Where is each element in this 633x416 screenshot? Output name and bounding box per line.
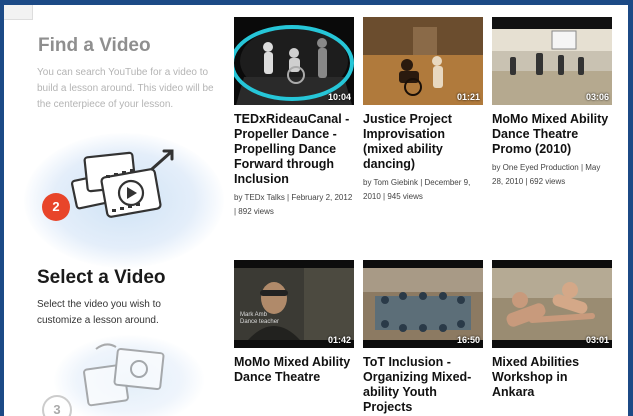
- video-duration: 01:21: [456, 92, 480, 102]
- video-card[interactable]: 10:04 TEDxRideauCanal - Propeller Dance …: [234, 17, 354, 219]
- video-duration: 16:50: [456, 335, 480, 345]
- step-description-select-video: Select the video you wish to customize a…: [37, 299, 161, 326]
- video-thumbnail[interactable]: 03:01: [492, 260, 612, 348]
- video-card[interactable]: Mark Amb Dance teacher 01:42 MoMo Mixed …: [234, 260, 354, 385]
- video-title[interactable]: ToT Inclusion -Organizing Mixed-ability …: [363, 355, 483, 415]
- video-card[interactable]: 03:06 MoMo Mixed Ability Dance Theatre P…: [492, 17, 612, 189]
- video-title[interactable]: MoMo Mixed Ability Dance Theatre: [234, 355, 354, 385]
- video-duration: 03:06: [585, 92, 609, 102]
- video-meta: by Tom Giebink | December 9, 2010 | 945 …: [363, 178, 471, 201]
- video-meta: by One Eyed Production | May 28, 2010 | …: [492, 163, 601, 186]
- video-card[interactable]: 16:50 ToT Inclusion -Organizing Mixed-ab…: [363, 260, 483, 415]
- corner-tab: [4, 5, 33, 20]
- video-thumbnail[interactable]: 01:21: [363, 17, 483, 105]
- lesson-builder-panel: Find a Video You can search YouTube for …: [4, 5, 628, 416]
- video-thumbnail[interactable]: 10:04: [234, 17, 354, 105]
- video-duration: 01:42: [327, 335, 351, 345]
- video-caption: Mark Amb Dance teacher: [240, 312, 280, 325]
- video-meta: by TEDx Talks | February 2, 2012 | 892 v…: [234, 193, 353, 216]
- video-duration: 03:01: [585, 335, 609, 345]
- video-card[interactable]: 01:21 Justice Project Improvisation (mix…: [363, 17, 483, 204]
- step-title-select-video: Select a Video: [37, 267, 166, 288]
- video-thumbnail[interactable]: 16:50: [363, 260, 483, 348]
- video-films-illustration: [70, 149, 174, 218]
- select-video-illustration: [83, 343, 165, 407]
- video-title[interactable]: Mixed Abilities Workshop in Ankara: [492, 355, 612, 400]
- step-description-find-video: You can search YouTube for a video to bu…: [37, 67, 214, 110]
- video-card[interactable]: 03:01 Mixed Abilities Workshop in Ankara: [492, 260, 612, 400]
- step-title-find-video: Find a Video: [38, 35, 151, 56]
- video-duration: 10:04: [327, 92, 351, 102]
- video-title[interactable]: TEDxRideauCanal - Propeller Dance - Prop…: [234, 112, 354, 187]
- video-title[interactable]: Justice Project Improvisation (mixed abi…: [363, 112, 483, 172]
- video-thumbnail[interactable]: Mark Amb Dance teacher 01:42: [234, 260, 354, 348]
- selection-ring: [234, 25, 354, 101]
- video-title[interactable]: MoMo Mixed Ability Dance Theatre Promo (…: [492, 112, 612, 157]
- step-number-badge: 2: [42, 193, 70, 221]
- video-thumbnail[interactable]: 03:06: [492, 17, 612, 105]
